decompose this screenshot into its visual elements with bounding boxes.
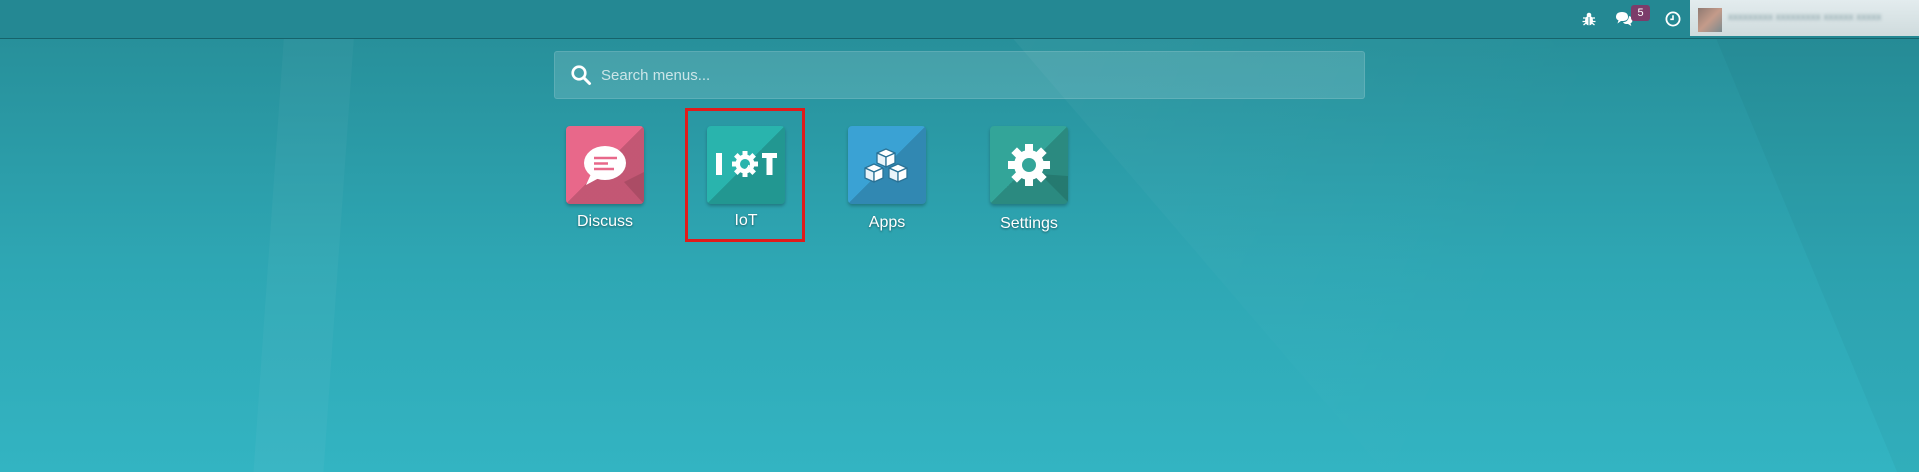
background-shape bbox=[253, 0, 356, 472]
search-input[interactable] bbox=[601, 52, 1351, 98]
clock-icon[interactable] bbox=[1663, 9, 1683, 29]
app-apps[interactable]: Apps bbox=[827, 118, 947, 242]
gear-icon bbox=[1008, 144, 1068, 202]
cubes-icon bbox=[864, 148, 908, 183]
discuss-tile bbox=[566, 126, 644, 204]
user-name: xxxxxxxxx xxxxxxxxx xxxxxx xxxxx bbox=[1728, 13, 1882, 23]
search-bar[interactable] bbox=[554, 51, 1365, 99]
top-navbar: 5 xxxxxxxxx xxxxxxxxx xxxxxx xxxxx bbox=[0, 0, 1919, 39]
user-menu[interactable]: xxxxxxxxx xxxxxxxxx xxxxxx xxxxx bbox=[1690, 0, 1919, 36]
search-icon bbox=[569, 63, 593, 87]
app-discuss[interactable]: Discuss bbox=[545, 118, 665, 242]
messages-badge: 5 bbox=[1631, 5, 1650, 21]
app-label: Apps bbox=[868, 214, 906, 231]
chat-bubble-icon bbox=[584, 146, 644, 204]
app-settings[interactable]: Settings bbox=[969, 118, 1089, 242]
selection-highlight bbox=[685, 108, 805, 242]
bug-icon[interactable] bbox=[1579, 9, 1599, 29]
settings-tile bbox=[990, 126, 1068, 204]
avatar bbox=[1698, 8, 1722, 32]
app-label: Discuss bbox=[576, 213, 633, 230]
background-shape bbox=[1700, 0, 1919, 472]
apps-tile bbox=[848, 126, 926, 204]
app-label: Settings bbox=[1000, 215, 1058, 232]
